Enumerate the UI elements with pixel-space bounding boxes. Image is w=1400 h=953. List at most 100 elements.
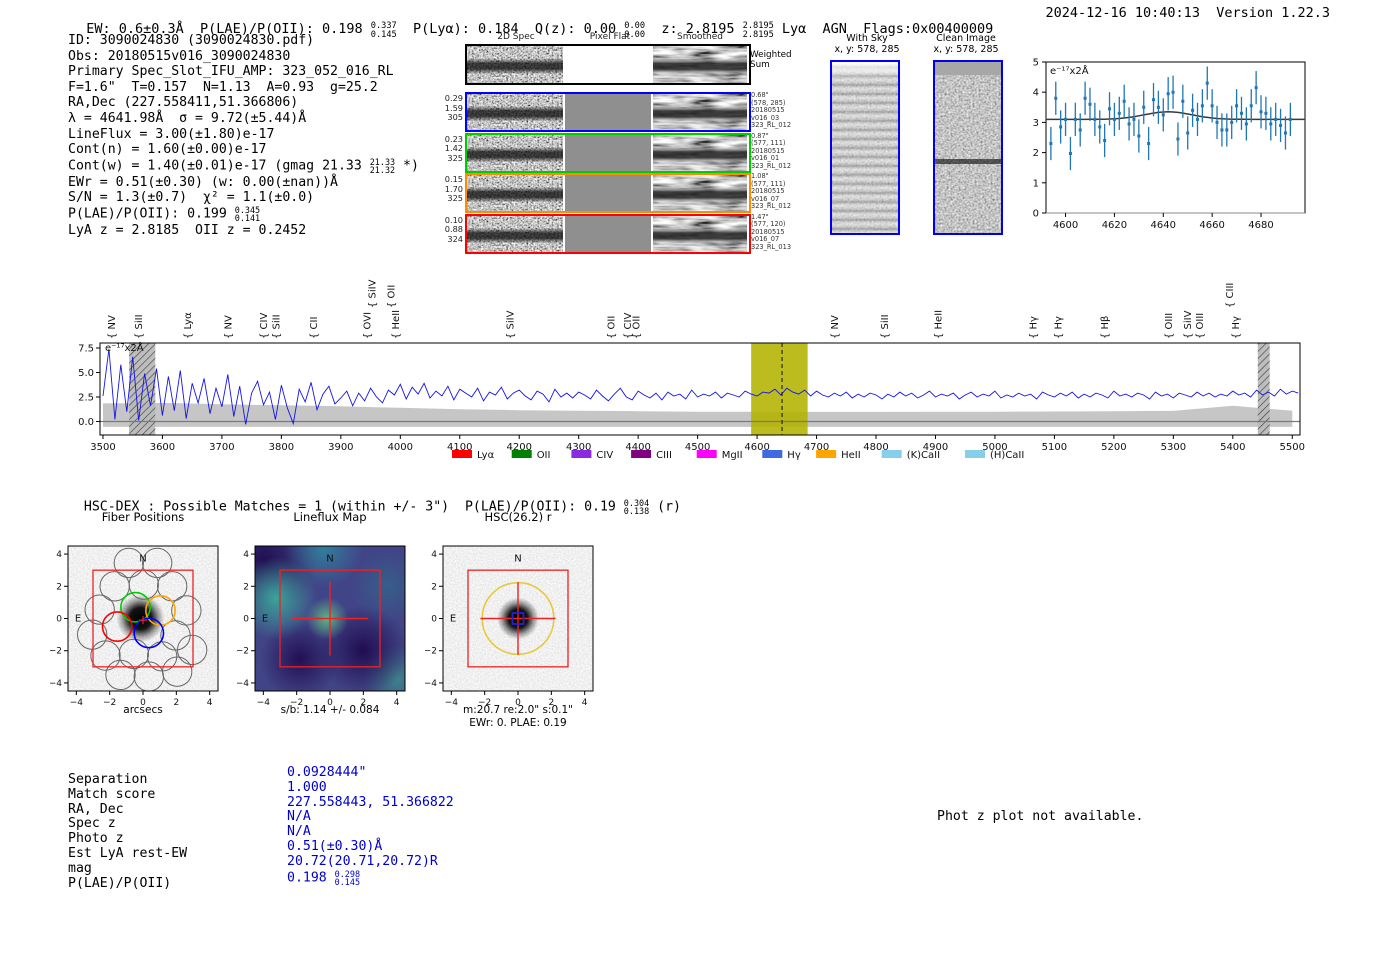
hsc-image-plot: −4−4−2−2002244 NE bbox=[425, 545, 594, 708]
lineflux-xlabel: s/b: 1.14 +/- 0.084 bbox=[280, 704, 380, 716]
match-row-value: 0.51(±0.30)Å bbox=[287, 838, 383, 854]
y-tick-label: 5 bbox=[1033, 58, 1039, 69]
emission-line-label: { SiII bbox=[880, 314, 891, 339]
compass-east-label: E bbox=[75, 614, 81, 625]
fiber-info-value: 323_RL_013 bbox=[751, 242, 792, 251]
compass-north-label: N bbox=[139, 553, 146, 564]
y-tick-label: −4 bbox=[237, 679, 249, 689]
emission-line-label: { SiII bbox=[134, 314, 145, 339]
2dspec-strip bbox=[467, 175, 563, 211]
legend-item: (K)CaII bbox=[881, 450, 940, 461]
legend-swatch bbox=[571, 450, 592, 458]
emission-line-label: { SiIV bbox=[505, 310, 516, 339]
hsc-image-panel: HSC(26.2) r −4 −4 −2 −2 0 0 2 2 4 4 N E m:20.7 re:2… bbox=[425, 508, 615, 738]
legend-item: MgII bbox=[696, 450, 743, 461]
emission-line-label: { Hγ bbox=[1054, 316, 1065, 339]
legend-label: (K)CaII bbox=[907, 450, 940, 461]
smoothed-strip bbox=[653, 215, 747, 252]
fiber-info-value: 323_RL_012 bbox=[751, 202, 792, 211]
cutout-row-left-labels: 0.10 0.88 324 bbox=[443, 215, 463, 245]
cutout-row bbox=[465, 132, 751, 173]
match-row-value: 0.0928444" bbox=[287, 765, 367, 780]
legend-item: OII bbox=[511, 450, 551, 461]
2dspec-strip bbox=[467, 46, 563, 83]
x-tick-label: 4620 bbox=[1102, 220, 1127, 231]
emission-line-label: { SiIV bbox=[1183, 310, 1194, 339]
emission-line-label: { CII bbox=[309, 317, 320, 339]
legend-label: MgII bbox=[722, 450, 743, 461]
stacked-uncertainty: 0.345 0.141 bbox=[234, 204, 261, 224]
legend-item: (H)CaII bbox=[965, 450, 1024, 461]
match-row-value: N/A bbox=[287, 809, 311, 825]
hsc-xlabel-1: m:20.7 re:2.0" s:0.1" bbox=[463, 704, 573, 716]
y-tick-label: 0 bbox=[56, 615, 62, 625]
match-row-value: 227.558443, 51.366822 bbox=[287, 794, 454, 810]
match-row-label: Separation bbox=[68, 772, 148, 787]
2dspec-strip bbox=[467, 134, 563, 171]
info-line: λ = 4641.98Å σ = 9.72(±5.44)Å bbox=[68, 110, 307, 126]
legend-swatch bbox=[452, 450, 472, 458]
emission-line-label: { CIII bbox=[1225, 283, 1236, 308]
match-row-label: Photo z bbox=[68, 831, 124, 847]
hsc-xlabel-2: EWr: 0. PLAE: 0.19 bbox=[469, 717, 567, 729]
info-panel: ID: 3090024830 (3090024830.pdf) Obs: 2018… bbox=[68, 33, 419, 238]
pixelflat-strip bbox=[565, 94, 651, 130]
cutout-row-left-labels: 0.23 1.42 325 bbox=[443, 134, 463, 164]
y-tick-label: 4 bbox=[56, 550, 62, 560]
cutout-row-right-labels: 0.68" (578, 285) 20180515 v016_03 323_RL_012 bbox=[751, 91, 801, 130]
fiber-positions-panel: Fiber Positions −4 −4 −2 −2 0 0 2 2 4 4 N E arcsecs bbox=[50, 508, 240, 723]
legend-label: (H)CaII bbox=[990, 450, 1024, 461]
match-row-value: 1.000 bbox=[287, 779, 327, 795]
legend-item: HeII bbox=[816, 450, 861, 461]
info-line: Obs: 20180515v016_3090024830 bbox=[68, 48, 291, 64]
hsc-dex-suffix: (r) bbox=[649, 499, 681, 515]
info-line: Cont(w) = 1.40(±0.01)e-17 (gmag 21.33 21… bbox=[68, 156, 419, 176]
legend-swatch bbox=[511, 450, 532, 458]
y-tick-label: 7.5 bbox=[78, 344, 94, 355]
smoothed-strip bbox=[653, 134, 747, 171]
x-tick-label: 3700 bbox=[209, 442, 234, 453]
legend-label: OII bbox=[537, 450, 551, 461]
y-tick-label: 0 bbox=[431, 615, 437, 625]
emission-line-label: { SiIV bbox=[367, 279, 378, 308]
legend-item: Hγ bbox=[762, 450, 801, 461]
cutout-row bbox=[465, 213, 751, 254]
source-blob bbox=[116, 594, 165, 643]
match-row-label: Match score bbox=[68, 786, 156, 802]
cutout-row-right-labels: 1.47" (577, 120) 20180515 v016_07 323_RL_013 bbox=[751, 213, 801, 252]
weighted-sum-row bbox=[465, 44, 751, 85]
emission-line-label: { OII bbox=[606, 316, 617, 339]
fiber-positions-plot: −4−4−2−2002244 NE bbox=[50, 545, 219, 708]
info-line: LineFlux = 3.00(±1.80)e-17 bbox=[68, 126, 275, 142]
legend-item: CIII bbox=[631, 450, 672, 461]
zoom-spectrum-plot: 0 1 2 3 4 5 4600 4620 4640 4660 4680 e⁻¹⁷x2Å bbox=[1033, 58, 1306, 231]
clean-image bbox=[933, 60, 1003, 235]
emission-line-label: { SiII bbox=[272, 314, 283, 339]
legend-item: CIV bbox=[571, 450, 613, 461]
y-tick-label: 5.0 bbox=[78, 368, 94, 379]
y-tick-label: 0 bbox=[243, 615, 249, 625]
y-tick-label: 1 bbox=[1033, 178, 1039, 189]
smoothed-strip bbox=[653, 175, 747, 211]
y-tick-label: 2.5 bbox=[78, 393, 94, 404]
with-sky-title: With Sky x, y: 578, 285 bbox=[834, 33, 900, 55]
match-row-label: mag bbox=[68, 860, 92, 876]
y-tick-label: 0 bbox=[1033, 209, 1039, 220]
info-line: Primary Spec_Slot_IFU_AMP: 323_052_016_R… bbox=[68, 64, 394, 80]
smoothed-strip bbox=[653, 46, 747, 83]
hsc-plae-uncertainty: 0.304 0.138 bbox=[623, 498, 650, 517]
match-row-label: Est LyA rest-EW bbox=[68, 845, 188, 861]
weighted-sum-label: Weighted Sum bbox=[750, 50, 792, 70]
legend-label: Lyα bbox=[477, 450, 495, 461]
y-tick-label: 3 bbox=[1033, 118, 1039, 129]
x-tick-label: 3500 bbox=[90, 442, 115, 453]
y-tick-label: 4 bbox=[243, 550, 249, 560]
y-tick-label: −4 bbox=[425, 679, 437, 689]
y-tick-label: 2 bbox=[56, 582, 62, 592]
legend-label: HeII bbox=[841, 450, 861, 461]
fiber-weight-value: 324 bbox=[447, 233, 463, 244]
pixelflat-strip bbox=[565, 215, 651, 252]
info-line: LyA z = 2.8185 OII z = 0.2452 bbox=[68, 222, 307, 238]
x-tick-label: 5100 bbox=[1042, 442, 1067, 453]
match-row-label: Spec z bbox=[68, 816, 116, 832]
